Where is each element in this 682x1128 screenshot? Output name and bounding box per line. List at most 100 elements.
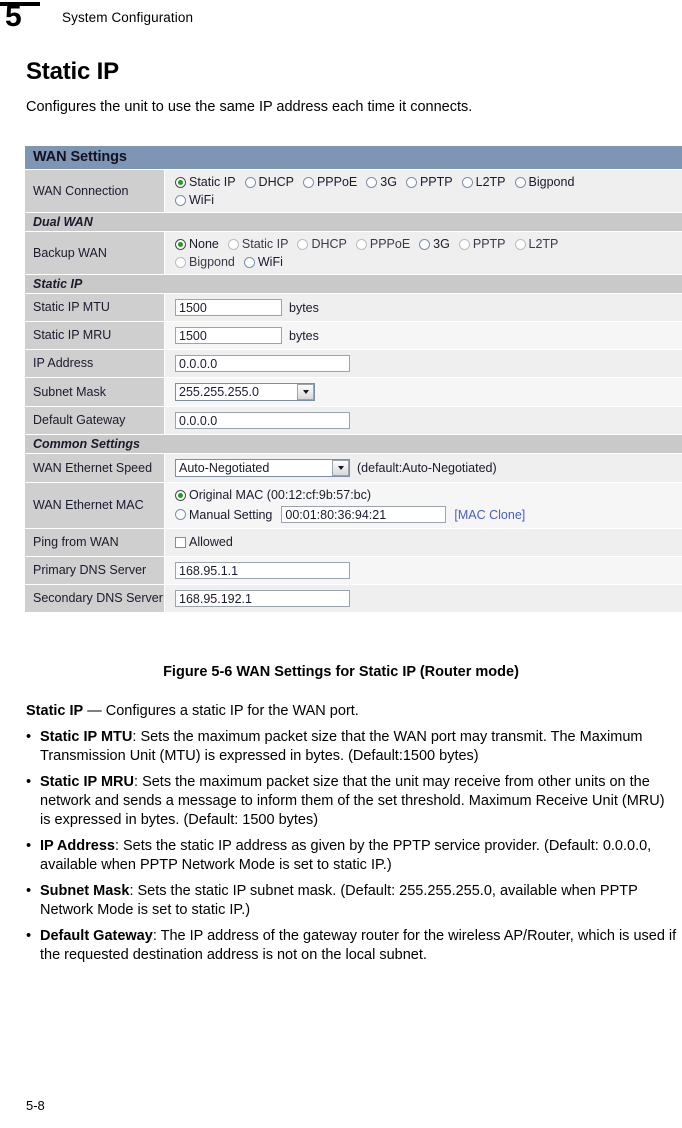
static-ip-mru-control: 1500 bytes	[175, 327, 682, 344]
radio-option-wan-3g[interactable]: 3G	[366, 175, 397, 189]
static-ip-mru-input[interactable]: 1500	[175, 327, 282, 344]
radio-label: WiFi	[189, 193, 214, 207]
field-static-ip-mru: 1500 bytes	[165, 322, 682, 349]
radio-option-wan-pptp[interactable]: PPTP	[405, 175, 453, 189]
field-wan-ethernet-mac: Original MAC (00:12:cf:9b:57:bc) Manual …	[165, 483, 682, 528]
backup-wan-options-row1: None Static IP DHCP PPPoE 3G PPTP L2TP	[175, 237, 682, 251]
radio-icon	[227, 238, 239, 250]
section-common-settings: Common Settings	[25, 435, 682, 454]
wan-ethernet-speed-selected-value: Auto-Negotiated	[179, 461, 270, 475]
row-subnet-mask: Subnet Mask 255.255.255.0	[25, 378, 682, 407]
ip-address-input[interactable]: 0.0.0.0	[175, 355, 350, 372]
field-primary-dns: 168.95.1.1	[165, 557, 682, 584]
row-wan-connection: WAN Connection Static IP DHCP PPPoE 3G P…	[25, 170, 682, 213]
bullet-text: : Sets the static IP subnet mask. (Defau…	[40, 882, 638, 918]
radio-label: None	[189, 237, 219, 251]
static-ip-mtu-units: bytes	[289, 300, 319, 315]
radio-icon	[514, 238, 526, 250]
chevron-down-icon[interactable]	[297, 384, 314, 400]
wan-ethernet-speed-select[interactable]: Auto-Negotiated	[175, 459, 350, 477]
label-secondary-dns: Secondary DNS Server	[25, 584, 165, 612]
bullet-term: Subnet Mask	[40, 882, 130, 899]
label-backup-wan: Backup WAN	[25, 232, 165, 274]
subnet-mask-select[interactable]: 255.255.255.0	[175, 383, 315, 401]
wan-settings-panel: WAN Settings WAN Connection Static IP DH…	[25, 146, 682, 613]
radio-option-wan-dhcp[interactable]: DHCP	[244, 175, 294, 189]
radio-option-wan-l2tp[interactable]: L2TP	[461, 175, 506, 189]
radio-icon-selected	[175, 176, 186, 188]
radio-icon-selected	[175, 489, 186, 501]
radio-label: Static IP	[189, 175, 236, 189]
row-ping-from-wan: Ping from WAN Allowed	[25, 529, 682, 557]
secondary-dns-input[interactable]: 168.95.192.1	[175, 589, 350, 607]
radio-option-backup-bigpond[interactable]: Bigpond	[175, 255, 235, 269]
radio-icon	[244, 176, 256, 188]
field-default-gateway: 0.0.0.0	[165, 407, 682, 434]
bullet-body: Static IP MTU: Sets the maximum packet s…	[40, 728, 678, 766]
row-wan-ethernet-mac: WAN Ethernet MAC Original MAC (00:12:cf:…	[25, 483, 682, 529]
radio-option-wan-pppoe[interactable]: PPPoE	[302, 175, 357, 189]
radio-option-backup-pppoe[interactable]: PPPoE	[355, 237, 410, 251]
row-static-ip-mtu: Static IP MTU 1500 bytes	[25, 294, 682, 322]
radio-option-manual-mac[interactable]: Manual Setting	[175, 508, 272, 522]
radio-option-backup-dhcp[interactable]: DHCP	[297, 237, 347, 251]
radio-label: WiFi	[257, 255, 283, 269]
field-wan-ethernet-speed: Auto-Negotiated (default:Auto-Negotiated…	[165, 454, 682, 482]
bullet-item: • Static IP MRU: Sets the maximum packet…	[26, 773, 678, 830]
radio-option-backup-l2tp[interactable]: L2TP	[514, 237, 559, 251]
radio-option-wan-static-ip[interactable]: Static IP	[175, 175, 236, 189]
label-wan-ethernet-speed: WAN Ethernet Speed	[25, 454, 165, 482]
section-dual-wan: Dual WAN	[25, 213, 682, 232]
radio-option-backup-pptp[interactable]: PPTP	[458, 237, 506, 251]
radio-option-backup-static-ip[interactable]: Static IP	[227, 237, 288, 251]
default-gateway-input[interactable]: 0.0.0.0	[175, 412, 350, 429]
bullet-body: Static IP MRU: Sets the maximum packet s…	[40, 773, 678, 830]
checkbox-option-ping-allowed[interactable]: Allowed	[175, 535, 682, 549]
primary-dns-input[interactable]: 168.95.1.1	[175, 561, 350, 579]
section-static-ip: Static IP	[25, 275, 682, 294]
radio-option-backup-none[interactable]: None	[175, 237, 219, 251]
radio-option-original-mac[interactable]: Original MAC (00:12:cf:9b:57:bc)	[175, 488, 371, 502]
radio-icon	[302, 176, 314, 188]
bullet-marker: •	[26, 882, 32, 899]
field-secondary-dns: 168.95.192.1	[165, 585, 682, 612]
label-subnet-mask: Subnet Mask	[25, 378, 165, 406]
mac-clone-link[interactable]: [MAC Clone]	[454, 508, 525, 522]
label-default-gateway: Default Gateway	[25, 407, 165, 434]
label-ping-from-wan: Ping from WAN	[25, 529, 165, 556]
bullet-body: Subnet Mask: Sets the static IP subnet m…	[40, 882, 678, 920]
bullet-text: : Sets the static IP address as given by…	[40, 837, 652, 873]
radio-option-wan-bigpond[interactable]: Bigpond	[514, 175, 574, 189]
row-default-gateway: Default Gateway 0.0.0.0	[25, 407, 682, 435]
field-wan-connection: Static IP DHCP PPPoE 3G PPTP L2TP Bigpon…	[165, 170, 682, 212]
panel-titlebar: WAN Settings	[25, 146, 682, 170]
static-ip-mtu-control: 1500 bytes	[175, 299, 682, 316]
radio-icon	[419, 238, 431, 250]
body-copy: Static IP — Configures a static IP for t…	[26, 702, 678, 972]
radio-label: PPTP	[419, 175, 453, 189]
intro-paragraph: Configures the unit to use the same IP a…	[26, 99, 473, 115]
label-static-ip-mru: Static IP MRU	[25, 322, 165, 349]
label-static-ip-mtu: Static IP MTU	[25, 294, 165, 321]
bullet-body: Default Gateway: The IP address of the g…	[40, 927, 678, 965]
bullet-text: : Sets the maximum packet size that the …	[40, 773, 665, 828]
manual-mac-label: Manual Setting	[189, 507, 273, 522]
radio-label: L2TP	[528, 237, 559, 251]
bullet-body: IP Address: Sets the static IP address a…	[40, 837, 678, 875]
chevron-down-icon[interactable]	[332, 460, 349, 476]
radio-icon	[175, 256, 186, 268]
running-head: 5 System Configuration	[0, 0, 682, 40]
page-number: 5-8	[26, 1098, 45, 1113]
bullet-term: Static IP MRU	[40, 773, 135, 790]
radio-option-backup-3g[interactable]: 3G	[419, 237, 450, 251]
radio-option-backup-wifi[interactable]: WiFi	[243, 255, 283, 269]
bullet-term: IP Address	[40, 837, 115, 854]
static-ip-mtu-input[interactable]: 1500	[175, 299, 282, 316]
radio-icon	[175, 194, 186, 206]
bullet-item: • Static IP MTU: Sets the maximum packet…	[26, 728, 678, 766]
radio-icon	[514, 176, 526, 188]
field-subnet-mask: 255.255.255.0	[165, 378, 682, 406]
radio-option-wan-wifi[interactable]: WiFi	[175, 193, 214, 207]
radio-icon	[405, 176, 417, 188]
manual-mac-input[interactable]: 00:01:80:36:94:21	[281, 506, 447, 523]
